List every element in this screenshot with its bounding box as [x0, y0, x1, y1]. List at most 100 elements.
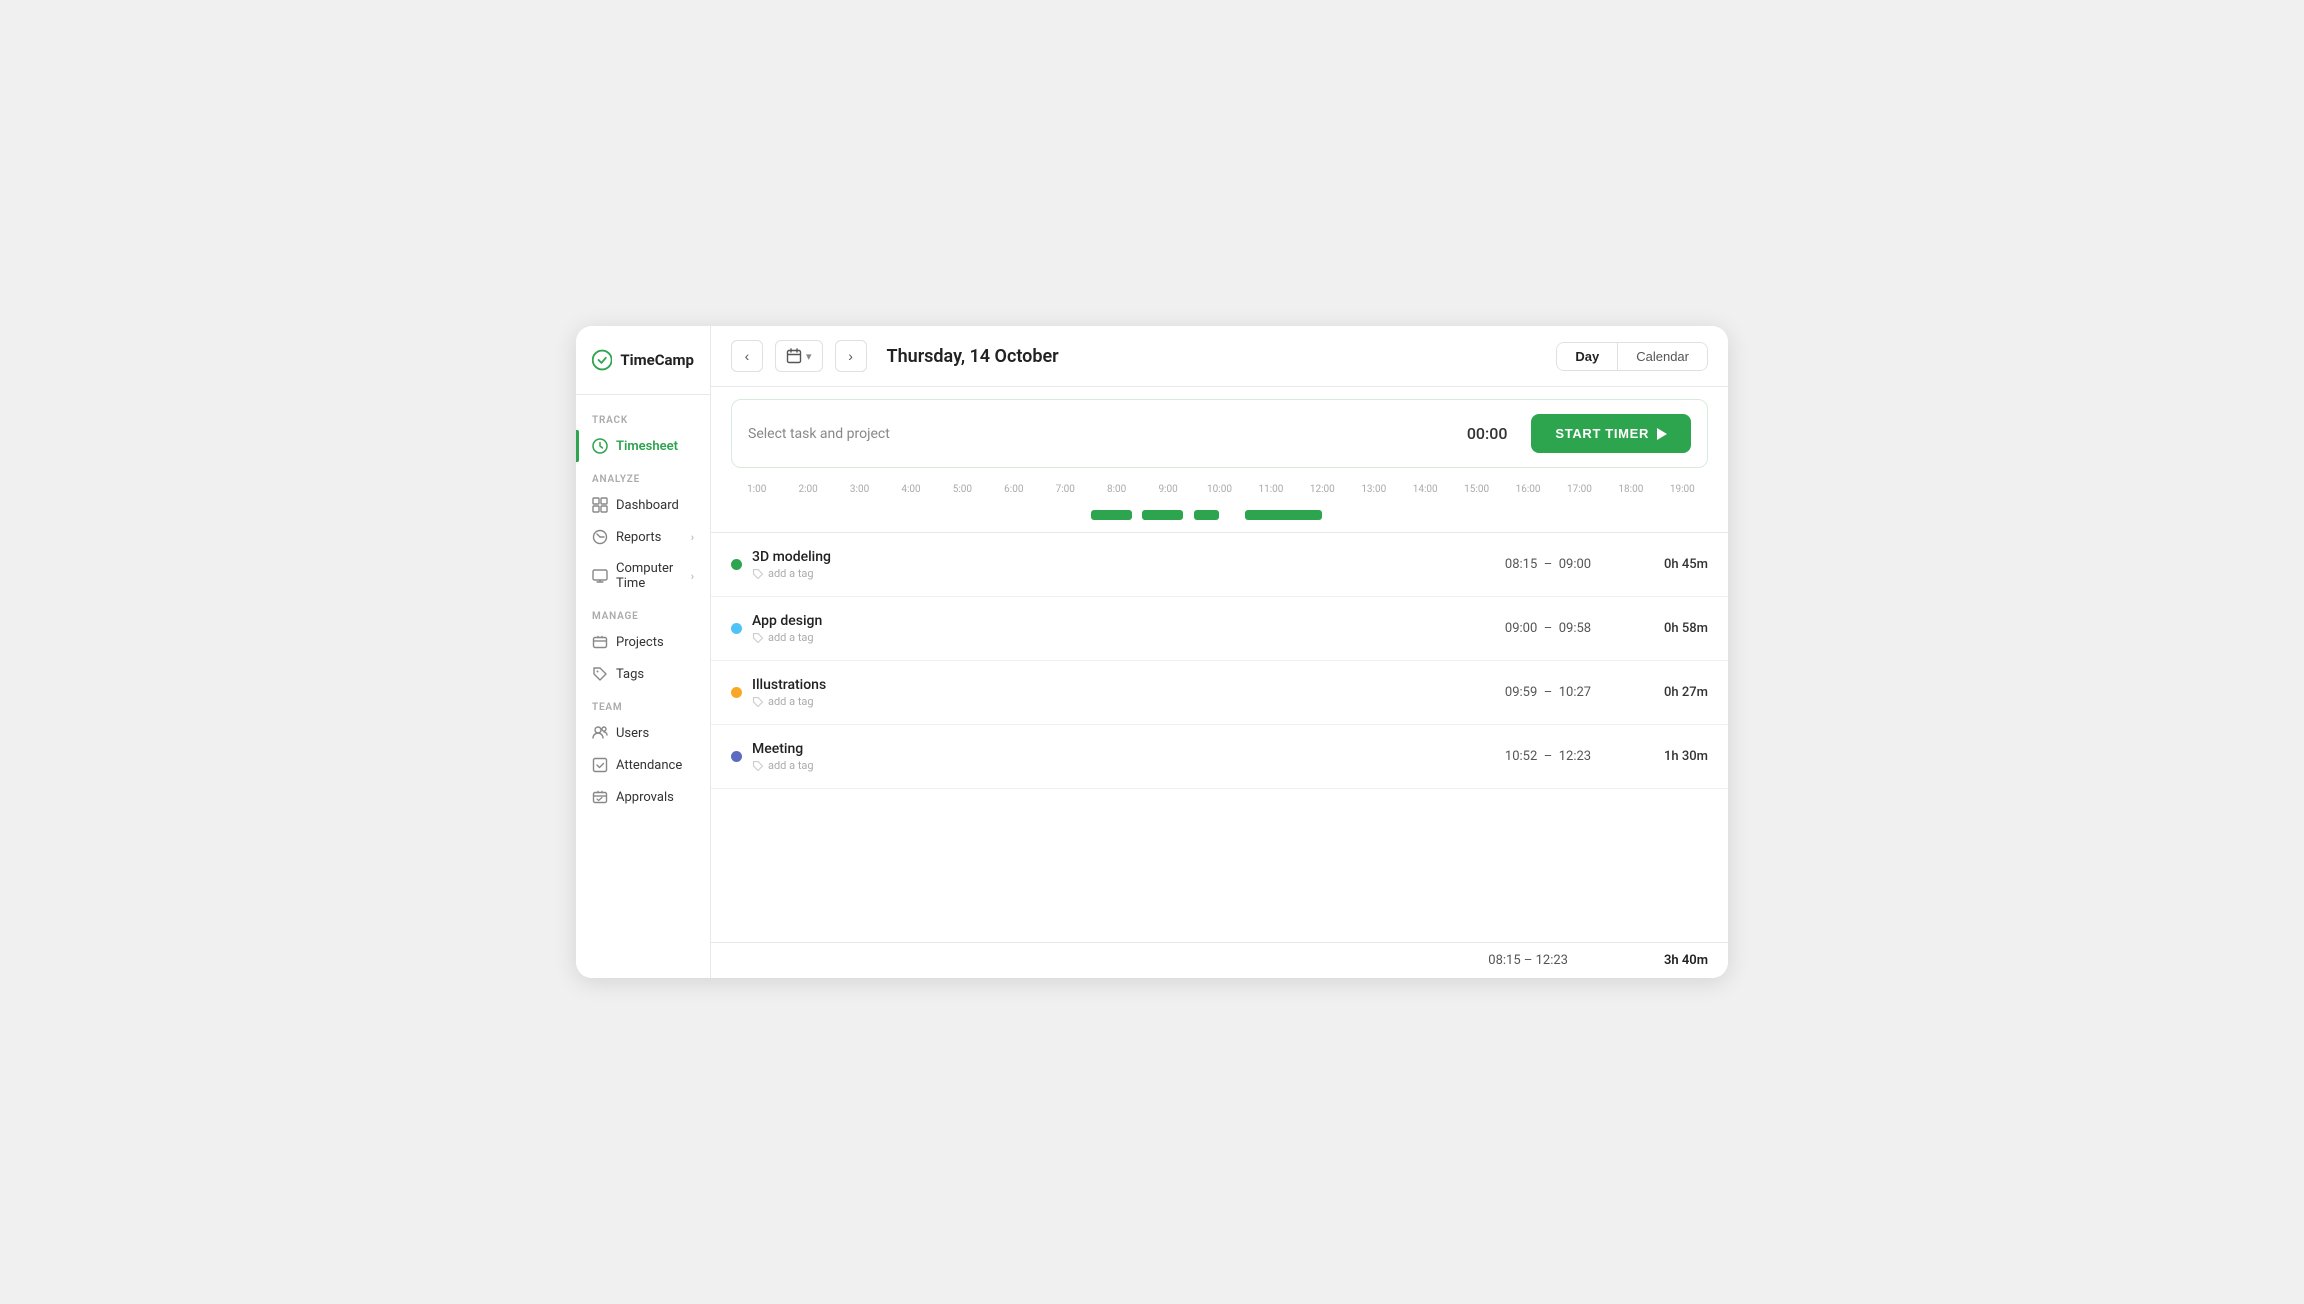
logo-icon	[592, 346, 612, 374]
clock-icon	[592, 438, 608, 454]
task-dot	[731, 623, 742, 634]
timer-task-label[interactable]: Select task and project	[748, 426, 1455, 442]
sidebar-item-projects[interactable]: Projects	[576, 626, 710, 658]
timeline-hour: 18:00	[1605, 484, 1656, 495]
task-dot	[731, 687, 742, 698]
timeline-bar	[1245, 510, 1322, 520]
timeline-hour: 2:00	[782, 484, 833, 495]
table-row[interactable]: Meeting add a tag 10:52 – 12:23 1h 30m	[711, 725, 1728, 789]
sidebar-section-track: TRACK Timesheet	[576, 403, 710, 462]
start-timer-button[interactable]: START TIMER	[1531, 414, 1691, 453]
sidebar-item-users[interactable]: Users	[576, 717, 710, 749]
app-container: TimeCamp TRACK Timesheet ANALYZE	[576, 326, 1728, 978]
tag-icon	[752, 696, 764, 708]
task-tag[interactable]: add a tag	[752, 567, 1468, 580]
task-duration: 0h 58m	[1628, 621, 1708, 636]
section-label-analyze: ANALYZE	[576, 462, 710, 489]
view-toggle: Day Calendar	[1556, 342, 1708, 371]
task-duration: 0h 45m	[1628, 557, 1708, 572]
logo: TimeCamp	[576, 342, 710, 395]
timeline-hour: 14:00	[1399, 484, 1450, 495]
sidebar-section-manage: MANAGE Projects Tags	[576, 599, 710, 690]
footer-total: 3h 40m	[1628, 953, 1708, 968]
tag-icon	[752, 760, 764, 772]
calendar-icon	[786, 348, 802, 364]
sidebar-item-attendance[interactable]: Attendance	[576, 749, 710, 781]
projects-label: Projects	[616, 635, 694, 650]
sidebar-section-team: TEAM Users Attendance	[576, 690, 710, 813]
timeline-bar	[1091, 510, 1132, 520]
timeline-hour: 13:00	[1348, 484, 1399, 495]
sidebar-item-reports[interactable]: Reports ›	[576, 521, 710, 553]
timeline-bar	[1194, 510, 1219, 520]
table-row[interactable]: Illustrations add a tag 09:59 – 10:27 0h…	[711, 661, 1728, 725]
view-calendar-button[interactable]: Calendar	[1618, 343, 1707, 370]
task-name: 3D modeling	[752, 549, 1468, 565]
computer-time-chevron: ›	[691, 570, 694, 583]
task-list: 3D modeling add a tag 08:15 – 09:00 0h 4…	[711, 533, 1728, 942]
timeline-hour: 7:00	[1040, 484, 1091, 495]
timeline-hour: 9:00	[1142, 484, 1193, 495]
sidebar-item-dashboard[interactable]: Dashboard	[576, 489, 710, 521]
main-content: ‹ ▾ › Thursday, 14 October Day Calendar …	[711, 326, 1728, 978]
task-name: App design	[752, 613, 1468, 629]
table-row[interactable]: App design add a tag 09:00 – 09:58 0h 58…	[711, 597, 1728, 661]
computer-time-icon	[592, 568, 608, 584]
timeline-hour: 4:00	[885, 484, 936, 495]
task-time-range: 10:52 – 12:23	[1478, 749, 1618, 764]
timeline-hour: 17:00	[1554, 484, 1605, 495]
task-info: 3D modeling add a tag	[752, 549, 1468, 580]
task-info: Illustrations add a tag	[752, 677, 1468, 708]
users-icon	[592, 725, 608, 741]
view-day-button[interactable]: Day	[1557, 343, 1618, 370]
timeline-hour: 16:00	[1502, 484, 1553, 495]
timeline-hour: 1:00	[731, 484, 782, 495]
task-duration: 1h 30m	[1628, 749, 1708, 764]
tags-label: Tags	[616, 667, 694, 682]
sidebar-item-computer-time[interactable]: Computer Time ›	[576, 553, 710, 599]
task-duration: 0h 27m	[1628, 685, 1708, 700]
computer-time-label: Computer Time	[616, 561, 683, 591]
sidebar-item-approvals[interactable]: Approvals	[576, 781, 710, 813]
table-row[interactable]: 3D modeling add a tag 08:15 – 09:00 0h 4…	[711, 533, 1728, 597]
next-button[interactable]: ›	[835, 340, 867, 372]
tag-icon	[752, 632, 764, 644]
timer-display: 00:00	[1467, 424, 1508, 443]
task-time-range: 08:15 – 09:00	[1478, 557, 1618, 572]
prev-button[interactable]: ‹	[731, 340, 763, 372]
timeline-hour: 5:00	[937, 484, 988, 495]
timeline-hour: 10:00	[1194, 484, 1245, 495]
approvals-icon	[592, 789, 608, 805]
timeline-hour: 12:00	[1297, 484, 1348, 495]
timeline-hour: 3:00	[834, 484, 885, 495]
reports-icon	[592, 529, 608, 545]
task-dot	[731, 751, 742, 762]
sidebar-section-analyze: ANALYZE Dashboard Reports ›	[576, 462, 710, 599]
dashboard-label: Dashboard	[616, 498, 694, 513]
approvals-label: Approvals	[616, 790, 694, 805]
section-label-track: TRACK	[576, 403, 710, 430]
sidebar-item-tags[interactable]: Tags	[576, 658, 710, 690]
header: ‹ ▾ › Thursday, 14 October Day Calendar	[711, 326, 1728, 387]
header-date: Thursday, 14 October	[887, 346, 1545, 367]
calendar-chevron: ▾	[806, 350, 812, 363]
task-tag[interactable]: add a tag	[752, 631, 1468, 644]
calendar-dropdown-button[interactable]: ▾	[775, 340, 823, 372]
task-info: App design add a tag	[752, 613, 1468, 644]
task-tag[interactable]: add a tag	[752, 695, 1468, 708]
timeline-hours: 1:002:003:004:005:006:007:008:009:0010:0…	[731, 484, 1708, 495]
tag-icon	[752, 568, 764, 580]
reports-label: Reports	[616, 530, 683, 545]
task-time-range: 09:00 – 09:58	[1478, 621, 1618, 636]
start-timer-label: START TIMER	[1555, 426, 1649, 441]
timesheet-label: Timesheet	[616, 439, 694, 454]
reports-chevron: ›	[691, 531, 694, 544]
timeline-hour: 8:00	[1091, 484, 1142, 495]
dashboard-icon	[592, 497, 608, 513]
timeline-hour: 15:00	[1451, 484, 1502, 495]
sidebar-item-timesheet[interactable]: Timesheet	[576, 430, 710, 462]
attendance-icon	[592, 757, 608, 773]
task-tag[interactable]: add a tag	[752, 759, 1468, 772]
timeline-bar	[1142, 510, 1183, 520]
timeline-track: 1:002:003:004:005:006:007:008:009:0010:0…	[731, 484, 1708, 524]
